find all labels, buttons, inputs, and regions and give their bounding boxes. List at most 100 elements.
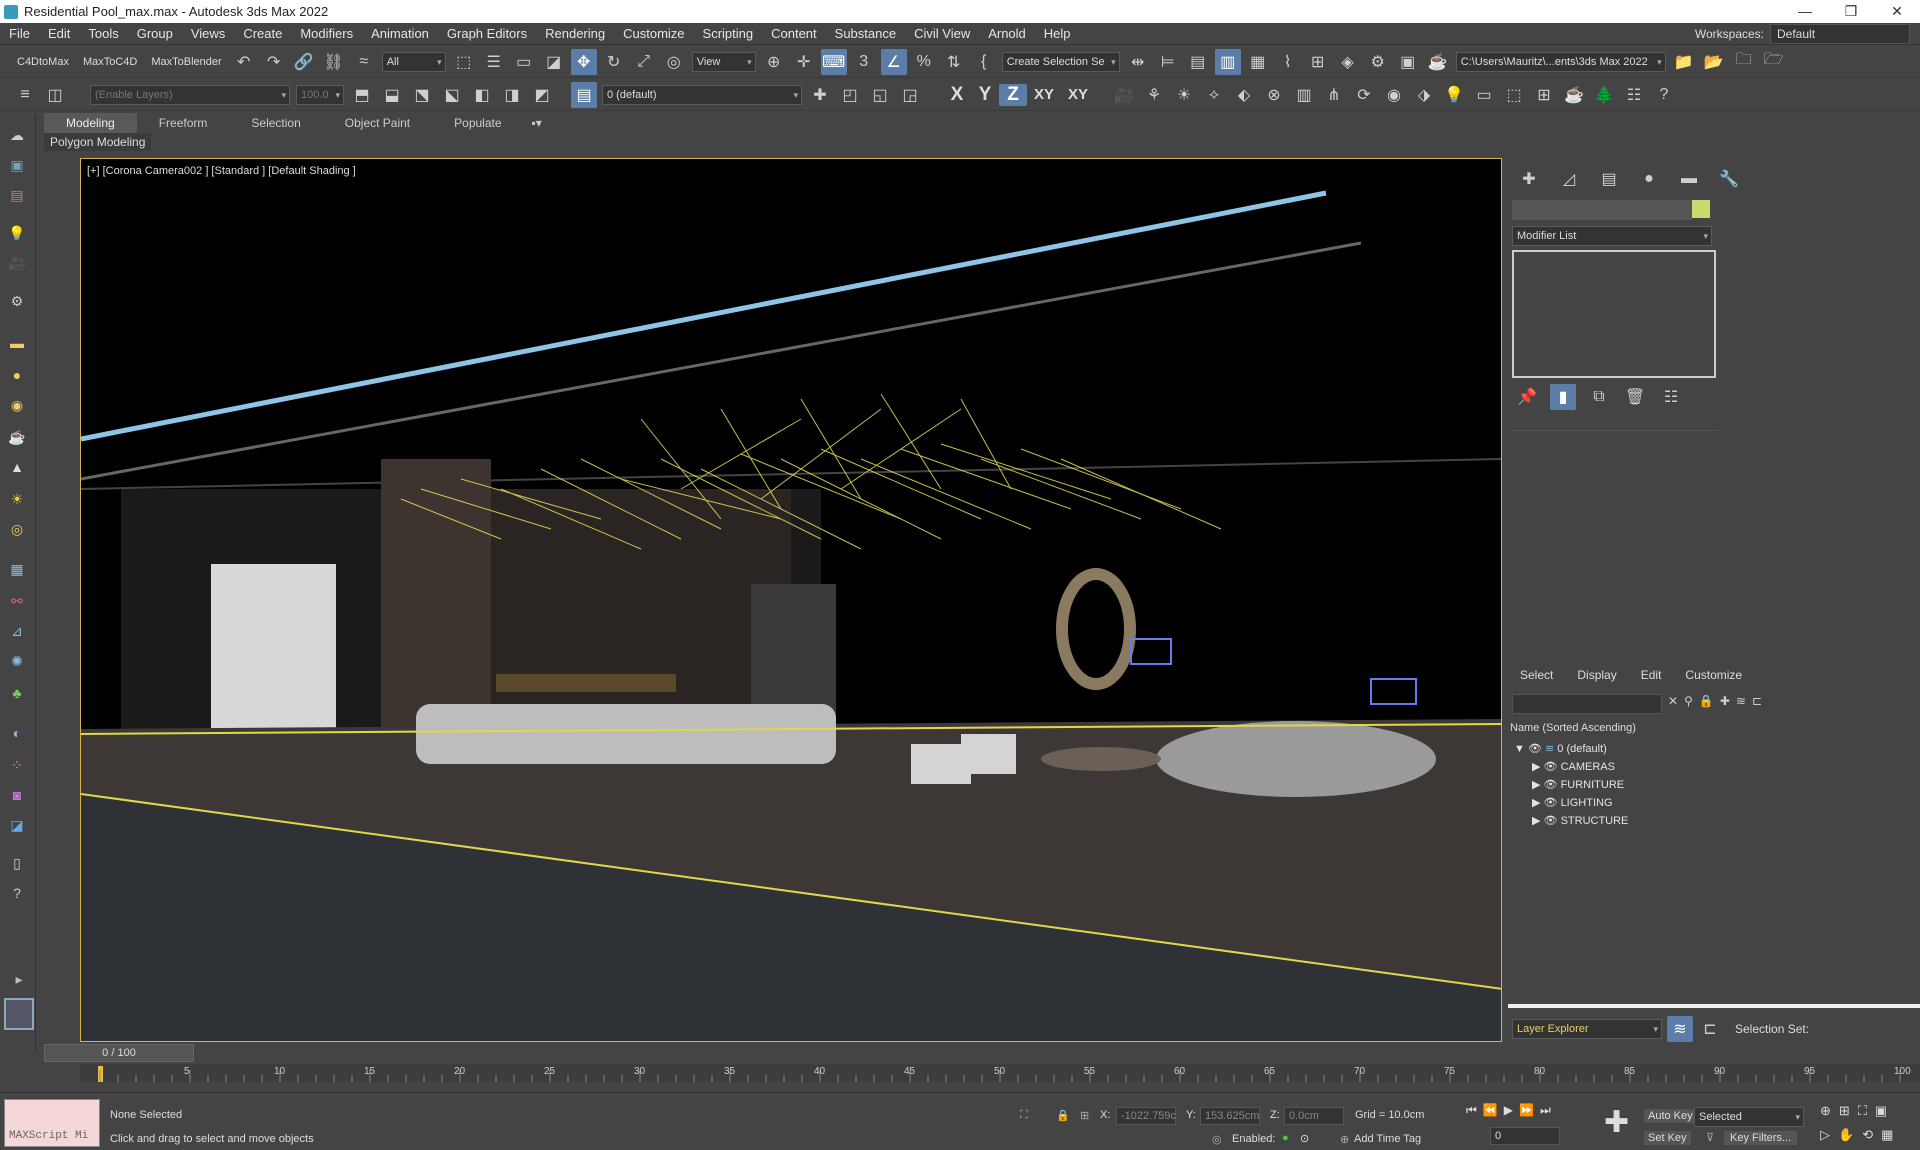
time-tag-icon[interactable]: ⊕ (1340, 1133, 1349, 1146)
select-rotate-icon[interactable]: ↻ (601, 49, 627, 75)
sun-icon[interactable]: ☀ (6, 489, 28, 509)
tree-row-layer[interactable]: ▶ 👁 CAMERAS (1532, 758, 1615, 776)
layers-stack-icon[interactable]: ≋ (1736, 694, 1746, 708)
tab-populate[interactable]: Populate (432, 113, 523, 133)
cone-icon[interactable]: ▲ (6, 457, 28, 477)
menu-create[interactable]: Create (234, 23, 291, 45)
tab-modeling[interactable]: Modeling (44, 113, 137, 133)
go-to-start-icon[interactable]: ⏮ (1466, 1103, 1477, 1118)
expand-icon[interactable]: ▶ (1532, 761, 1540, 773)
modify-icon[interactable]: ▣ (6, 155, 28, 175)
menu-views[interactable]: Views (182, 23, 234, 45)
corona-lightmix-icon[interactable]: 💡 (1441, 82, 1467, 108)
filter-icon[interactable]: ⚲ (1684, 694, 1693, 708)
render-production-icon[interactable]: ☕ (1425, 49, 1451, 75)
key-filter-icon[interactable]: ⊽ (1706, 1131, 1714, 1144)
make-unique-icon[interactable]: ⧉ (1586, 384, 1612, 410)
viewport[interactable]: [+] [Corona Camera002 ] [Standard ] [Def… (80, 158, 1502, 1042)
menu-graph-editors[interactable]: Graph Editors (438, 23, 536, 45)
render-icon[interactable]: ◙ (6, 785, 28, 805)
edit-named-selection-icon[interactable]: { (971, 49, 997, 75)
scene-search-input[interactable] (1512, 694, 1662, 714)
create-icon[interactable]: ☁ (6, 125, 28, 145)
render-setup-icon[interactable]: ⚙ (1365, 49, 1391, 75)
tab-selection[interactable]: Selection (229, 113, 322, 133)
corona-scatter-icon[interactable]: ⋔ (1321, 82, 1347, 108)
modifier-stack[interactable] (1512, 250, 1716, 378)
next-frame-icon[interactable]: ⏩ (1519, 1103, 1534, 1118)
sort-header[interactable]: Name (Sorted Ascending) (1510, 722, 1636, 734)
viewport-layout-icon[interactable] (4, 998, 34, 1030)
maxtoblender-button[interactable]: MaxToBlender (144, 56, 228, 68)
axis-x-button[interactable]: X (943, 84, 971, 106)
rect-selection-icon[interactable]: ▭ (511, 49, 537, 75)
menu-civil-view[interactable]: Civil View (905, 23, 979, 45)
lock-icon[interactable]: 🔒 (1699, 694, 1714, 708)
menu-scripting[interactable]: Scripting (694, 23, 763, 45)
maximize-button[interactable]: ❐ (1828, 0, 1874, 23)
menu-arnold[interactable]: Arnold (979, 23, 1035, 45)
create-tab-icon[interactable]: ✚ (1516, 166, 1542, 192)
project-set-icon[interactable]: 📂 (1701, 49, 1727, 75)
adaptive-degradation-icon[interactable]: ◎ (1212, 1133, 1222, 1146)
corona-material-icon[interactable]: ◉ (1381, 82, 1407, 108)
expand-arrow-icon[interactable]: ▸ (8, 969, 30, 989)
auto-key-button[interactable]: Auto Key (1644, 1109, 1697, 1123)
corona-slicer-icon[interactable]: ⊗ (1261, 82, 1287, 108)
hierarchy-icon[interactable]: ⊏ (1752, 694, 1762, 708)
spinner-snap-icon[interactable]: ⇅ (941, 49, 967, 75)
scene-scrollbar[interactable] (1508, 1004, 1920, 1008)
tab-object-paint[interactable]: Object Paint (323, 113, 432, 133)
scene-states-icon[interactable]: ◪ (6, 815, 28, 835)
ribbon-panel-polygon-modeling[interactable]: Polygon Modeling (44, 133, 152, 151)
time-slider[interactable]: 0 / 100 (44, 1044, 194, 1062)
axis-xy-cycle-button[interactable]: XY (1061, 86, 1095, 103)
isolate-icon[interactable]: ⛶ (1020, 1109, 1028, 1122)
minimize-button[interactable]: — (1782, 0, 1828, 23)
menu-edit-scene[interactable]: Edit (1641, 668, 1662, 682)
keyboard-shortcut-icon[interactable]: ⌨ (820, 48, 847, 75)
corona-interactive-icon[interactable]: ⟳ (1351, 82, 1377, 108)
explorer-type-dropdown[interactable]: Layer Explorer (1512, 1019, 1662, 1039)
corona-vfb-icon[interactable]: ▥ (1291, 82, 1317, 108)
menu-modifiers[interactable]: Modifiers (291, 23, 362, 45)
add-to-layer-icon[interactable]: ◰ (837, 82, 863, 108)
motion-tab-icon[interactable]: ● (1636, 166, 1662, 192)
project-path-dropdown[interactable]: C:\Users\Mauritz\...ents\3ds Max 2022 (1455, 51, 1666, 72)
layers-icon[interactable]: ≡ (12, 82, 38, 108)
document-icon[interactable]: ▯ (6, 853, 28, 873)
enable-layers-dropdown[interactable]: (Enable Layers) (90, 84, 290, 105)
y-coordinate-field[interactable]: 153.625cm (1200, 1107, 1260, 1125)
pan-icon[interactable]: ✋ (1838, 1127, 1854, 1143)
time-config-icon[interactable]: ⊙ (1300, 1132, 1309, 1145)
align-icon[interactable]: ⊨ (1155, 49, 1181, 75)
show-end-result-icon[interactable]: ▮ (1550, 384, 1576, 410)
select-manipulate-icon[interactable]: ✛ (791, 49, 817, 75)
pivot-center-icon[interactable]: ⊕ (761, 49, 787, 75)
enabled-status-icon[interactable]: ● (1282, 1132, 1289, 1144)
set-current-layer-icon[interactable]: ◲ (897, 82, 923, 108)
bind-spacewarp-icon[interactable]: ≈ (351, 49, 377, 75)
menu-customize[interactable]: Customize (614, 23, 693, 45)
layer-stack-icon[interactable]: ◫ (42, 82, 68, 108)
curve-editor-icon[interactable]: ⌇ (1275, 49, 1301, 75)
menu-file[interactable]: File (0, 23, 39, 45)
zoom-all-icon[interactable]: ⊞ (1839, 1103, 1850, 1119)
modify-tab-icon[interactable]: ◿ (1556, 166, 1582, 192)
layer-tool-7-icon[interactable]: ◩ (529, 82, 555, 108)
menu-substance[interactable]: Substance (826, 23, 905, 45)
selection-lock-icon[interactable]: 🔒 (1056, 1109, 1070, 1122)
corona-decal-icon[interactable]: ⬖ (1231, 82, 1257, 108)
close-button[interactable]: ✕ (1874, 0, 1920, 23)
foliage-icon[interactable]: ♣ (6, 683, 28, 703)
menu-display[interactable]: Display (1577, 668, 1616, 682)
ribbon-options-icon[interactable]: ▪▾ (524, 113, 550, 133)
prev-frame-icon[interactable]: ⏪ (1483, 1103, 1498, 1118)
clear-search-icon[interactable]: ✕ (1668, 694, 1678, 708)
corona-light-icon[interactable]: ⚘ (1141, 82, 1167, 108)
layer-manager-icon[interactable]: ▤ (571, 81, 597, 108)
snaps-toggle-icon[interactable]: 3 (851, 49, 877, 75)
corona-converter-icon[interactable]: ⬗ (1411, 82, 1437, 108)
expand-icon[interactable]: ▶ (1532, 815, 1540, 827)
set-key-button[interactable]: Set Key (1644, 1131, 1691, 1145)
